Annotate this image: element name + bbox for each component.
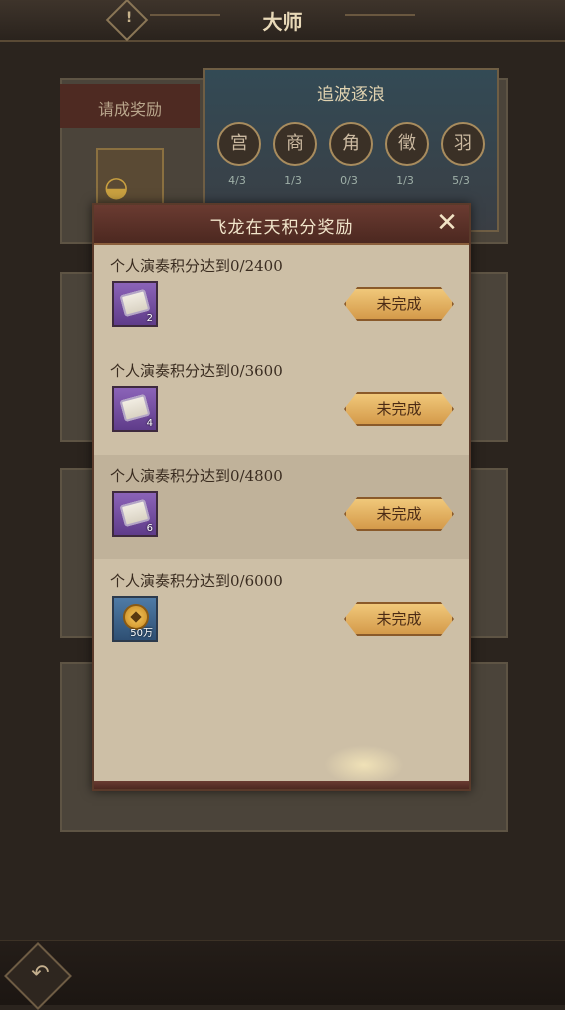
reward-item-coin[interactable]: 50万: [112, 596, 158, 642]
reward-row: 个人演奏积分达到0/3600 4 未完成: [94, 350, 469, 454]
bottom-bar: [0, 940, 565, 1005]
tone-count: 1/3: [396, 174, 414, 187]
reward-requirement: 个人演奏积分达到0/4800: [110, 467, 283, 485]
modal-header: 飞龙在天积分奖励 ✕: [94, 205, 469, 245]
tone-count: 4/3: [228, 174, 246, 187]
tone-count: 5/3: [452, 174, 470, 187]
header-ornament-right: [345, 14, 415, 24]
tone-yu-icon: 羽: [441, 122, 485, 166]
reward-row: 个人演奏积分达到0/6000 50万 未完成: [94, 560, 469, 664]
reward-item-scroll[interactable]: 6: [112, 491, 158, 537]
modal-footer: [94, 781, 469, 789]
status-button-incomplete[interactable]: 未完成: [344, 497, 454, 531]
tone-jue-icon: 角: [329, 122, 373, 166]
tone-count: 0/3: [340, 174, 358, 187]
status-button-incomplete[interactable]: 未完成: [344, 287, 454, 321]
reward-modal: 飞龙在天积分奖励 ✕ 个人演奏积分达到0/2400 2 未完成 个人演奏积分达到…: [92, 203, 471, 791]
modal-title: 飞龙在天积分奖励: [209, 218, 354, 238]
reward-item-scroll[interactable]: 4: [112, 386, 158, 432]
event-title: 追波逐浪: [317, 85, 385, 105]
item-quantity: 2: [146, 313, 153, 324]
reward-item-scroll[interactable]: 2: [112, 281, 158, 327]
sparkle-glow: [324, 745, 404, 785]
reward-requirement: 个人演奏积分达到0/6000: [110, 572, 283, 590]
status-button-incomplete[interactable]: 未完成: [344, 392, 454, 426]
tone-count: 1/3: [284, 174, 302, 187]
item-quantity: 50万: [130, 628, 153, 639]
top-bar: ! 大师: [0, 0, 565, 42]
reward-requirement: 个人演奏积分达到0/3600: [110, 362, 283, 380]
item-quantity: 4: [146, 418, 153, 429]
reward-row: 个人演奏积分达到0/2400 2 未完成: [94, 245, 469, 349]
page-title: 大师: [262, 10, 303, 34]
close-button[interactable]: ✕: [433, 209, 461, 237]
back-icon: ↶: [31, 961, 50, 987]
reward-requirement: 个人演奏积分达到0/2400: [110, 257, 283, 275]
gold-ingot-icon: ◒: [104, 170, 129, 203]
claim-reward-header: 请成奖励: [60, 84, 200, 128]
tone-shang-icon: 商: [273, 122, 317, 166]
status-button-incomplete[interactable]: 未完成: [344, 602, 454, 636]
tone-gong-icon: 宫: [217, 122, 261, 166]
tone-zhi-icon: 徵: [385, 122, 429, 166]
reward-row: 个人演奏积分达到0/4800 6 未完成: [94, 455, 469, 559]
item-quantity: 6: [146, 523, 153, 534]
